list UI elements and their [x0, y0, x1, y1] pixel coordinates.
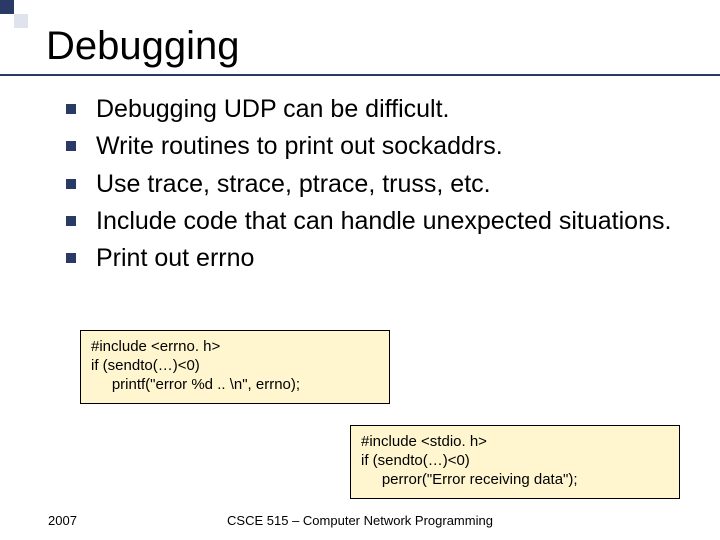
code-line: #include <stdio. h> [361, 432, 669, 451]
code-line: perror("Error receiving data"); [361, 470, 669, 489]
bullet-item: Write routines to print out sockaddrs. [66, 131, 690, 162]
bullet-item: Use trace, strace, ptrace, truss, etc. [66, 169, 690, 200]
code-line: if (sendto(…)<0) [91, 356, 379, 375]
square-light-icon [14, 14, 28, 28]
bullet-item: Print out errno [66, 243, 690, 274]
title-rule [0, 74, 720, 76]
bullet-item: Debugging UDP can be difficult. [66, 94, 690, 125]
code-line: printf("error %d .. \n", errno); [91, 375, 379, 394]
code-box-errno: #include <errno. h> if (sendto(…)<0) pri… [80, 330, 390, 404]
bullet-item: Include code that can handle unexpected … [66, 206, 690, 237]
slide-title: Debugging [46, 24, 240, 69]
footer-course: CSCE 515 – Computer Network Programming [0, 513, 720, 528]
square-dark-icon [0, 0, 14, 14]
code-line: if (sendto(…)<0) [361, 451, 669, 470]
code-line: #include <errno. h> [91, 337, 379, 356]
bullet-list: Debugging UDP can be difficult. Write ro… [66, 94, 690, 280]
code-box-perror: #include <stdio. h> if (sendto(…)<0) per… [350, 425, 680, 499]
corner-decoration [0, 0, 28, 28]
